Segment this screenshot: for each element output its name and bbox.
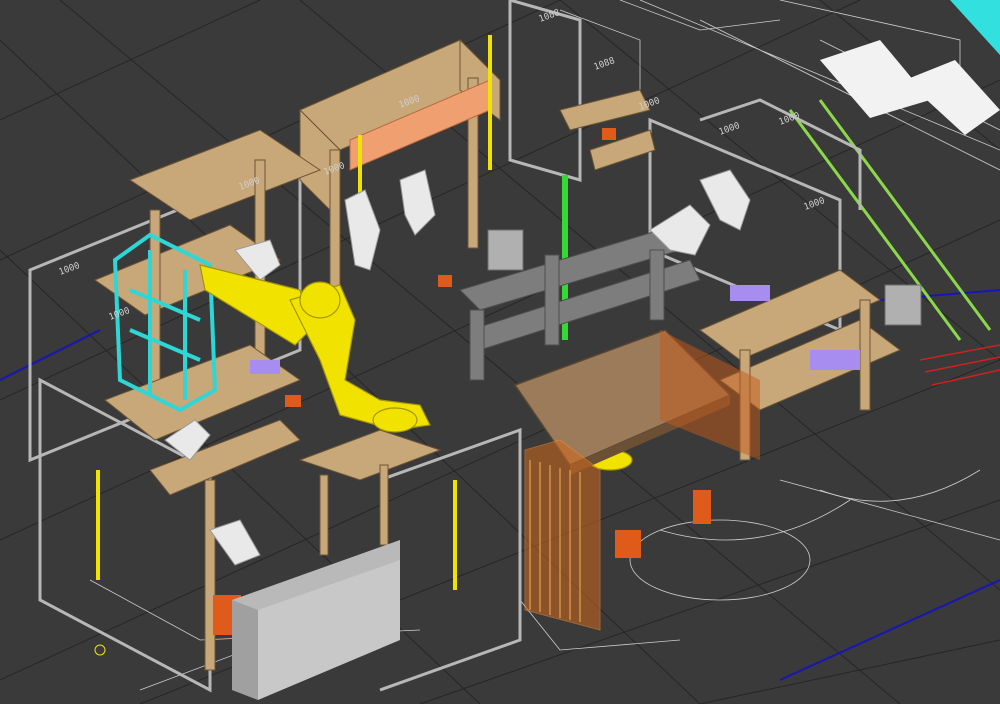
svg-text:1088: 1088 xyxy=(538,8,562,25)
svg-text:1000: 1000 xyxy=(803,196,827,213)
factory-layout-3d-view: 1088 1088 1000 1000 1000 1000 1000 1000 … xyxy=(0,0,1000,704)
paper-sheets xyxy=(820,40,1000,135)
cad-viewport[interactable]: 1088 1088 1000 1000 1000 1000 1000 1000 … xyxy=(0,0,1000,704)
origin-marker xyxy=(94,644,106,656)
svg-text:1000: 1000 xyxy=(778,111,802,128)
grey-enclosure-box xyxy=(232,540,400,700)
svg-text:1000: 1000 xyxy=(58,261,82,278)
wooden-frames xyxy=(93,38,901,671)
cyan-corner-panel xyxy=(950,0,1000,55)
svg-text:1000: 1000 xyxy=(718,121,742,138)
svg-text:1088: 1088 xyxy=(593,56,617,73)
